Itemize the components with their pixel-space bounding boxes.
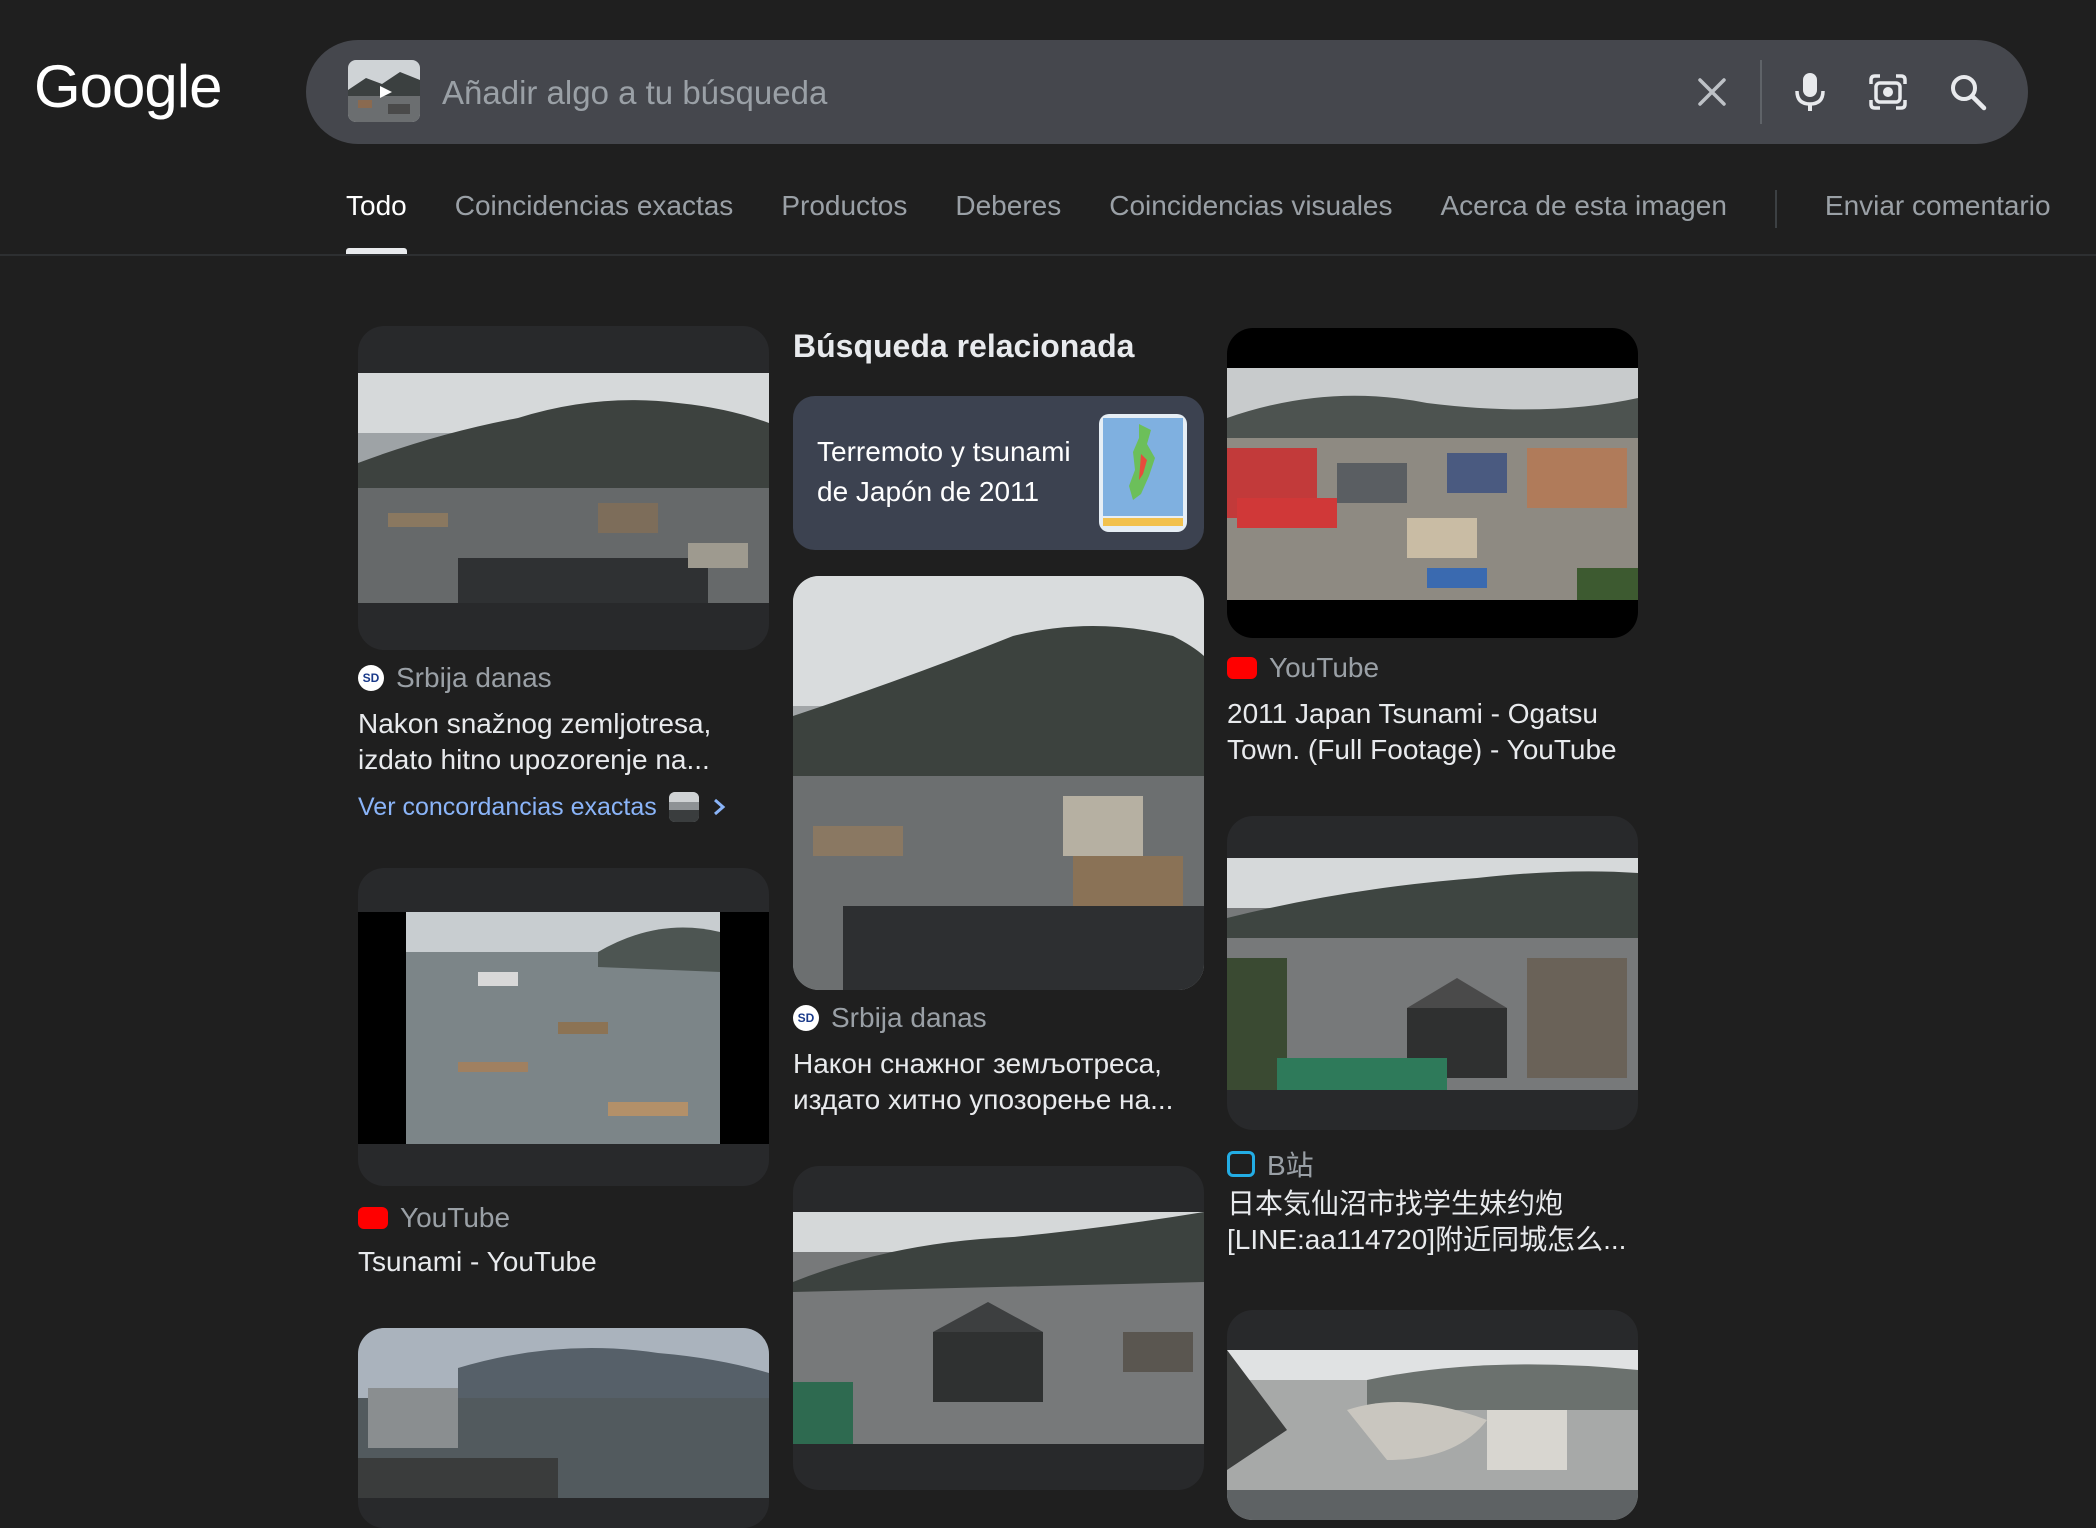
srbija-danas-icon: SD	[358, 665, 384, 691]
search-input[interactable]	[440, 40, 1644, 146]
chevron-right-icon	[713, 798, 726, 816]
search-icon[interactable]	[1938, 62, 1998, 122]
result-source[interactable]: YouTube	[1227, 652, 1379, 684]
result-image	[793, 576, 1204, 990]
result-source[interactable]: SD Srbija danas	[358, 662, 552, 694]
youtube-icon	[358, 1207, 388, 1229]
tab-coincidencias-visuales[interactable]: Coincidencias visuales	[1109, 190, 1392, 254]
search-divider	[1760, 60, 1762, 124]
result-image-card[interactable]	[793, 1166, 1204, 1490]
tab-deberes[interactable]: Deberes	[955, 190, 1061, 254]
result-source-name: YouTube	[400, 1202, 511, 1233]
lens-icon[interactable]	[1858, 62, 1918, 122]
bilibili-icon	[1227, 1151, 1255, 1177]
related-search-text: Terremoto y tsunami de Japón de 2011	[817, 436, 1071, 507]
result-title[interactable]: 2011 Japan Tsunami - Ogatsu Town. (Full …	[1227, 696, 1637, 768]
result-source-name: Srbija danas	[831, 1002, 987, 1033]
result-source-name: Srbija danas	[396, 662, 552, 693]
tab-enviar-comentario[interactable]: Enviar comentario	[1825, 190, 2051, 254]
result-image	[358, 912, 769, 1144]
tab-coincidencias-exactas[interactable]: Coincidencias exactas	[455, 190, 734, 254]
query-image-thumbnail[interactable]	[348, 60, 420, 122]
tabs-divider	[0, 254, 2096, 256]
tab-productos[interactable]: Productos	[781, 190, 907, 254]
result-title[interactable]: Након снажног земљотреса, издато хитно у…	[793, 1046, 1193, 1118]
exact-match-thumbnail	[668, 792, 699, 822]
related-search-heading: Búsqueda relacionada	[793, 328, 1135, 364]
result-image	[1227, 858, 1638, 1090]
result-image	[1227, 1350, 1638, 1520]
clear-icon[interactable]	[1682, 62, 1742, 122]
result-image	[358, 373, 769, 603]
result-image	[358, 1328, 769, 1498]
result-title[interactable]: Nakon snažnog zemljotresa, izdato hitno …	[358, 706, 758, 778]
result-source[interactable]: SD Srbija danas	[793, 1002, 987, 1034]
tab-todo[interactable]: Todo	[346, 190, 407, 254]
result-image-card[interactable]	[358, 1328, 769, 1528]
result-image-card[interactable]	[793, 576, 1204, 990]
search-tabs: Todo Coincidencias exactas Productos Deb…	[346, 190, 2051, 254]
srbija-danas-icon: SD	[793, 1005, 819, 1031]
tab-separator	[1774, 190, 1777, 228]
result-image-card[interactable]	[1227, 816, 1638, 1130]
result-title[interactable]: Tsunami - YouTube	[358, 1244, 597, 1280]
exact-matches-label: Ver concordancias exactas	[358, 792, 657, 821]
result-source[interactable]: YouTube	[358, 1202, 510, 1234]
result-image-card[interactable]	[1227, 1310, 1638, 1520]
result-source-name: B站	[1267, 1150, 1314, 1181]
result-source-name: YouTube	[1269, 652, 1380, 683]
exact-matches-link[interactable]: Ver concordancias exactas	[358, 792, 727, 822]
related-search-card[interactable]: Terremoto y tsunami de Japón de 2011	[793, 396, 1204, 550]
result-image-card[interactable]	[1227, 328, 1638, 638]
result-image-card[interactable]	[358, 326, 769, 650]
result-image	[793, 1212, 1204, 1444]
result-title[interactable]: 日本気仙沼市找学生妹约炮[LINE:aa114720]附近同城怎么...	[1227, 1186, 1637, 1258]
mic-icon[interactable]	[1780, 62, 1840, 122]
related-search-map	[1099, 414, 1187, 532]
result-image	[1227, 368, 1638, 600]
google-logo[interactable]: Google	[34, 52, 222, 121]
result-image-card[interactable]	[358, 868, 769, 1186]
youtube-icon	[1227, 657, 1257, 679]
result-source[interactable]: B站	[1227, 1144, 1314, 1184]
tab-acerca-de-esta-imagen[interactable]: Acerca de esta imagen	[1441, 190, 1727, 254]
